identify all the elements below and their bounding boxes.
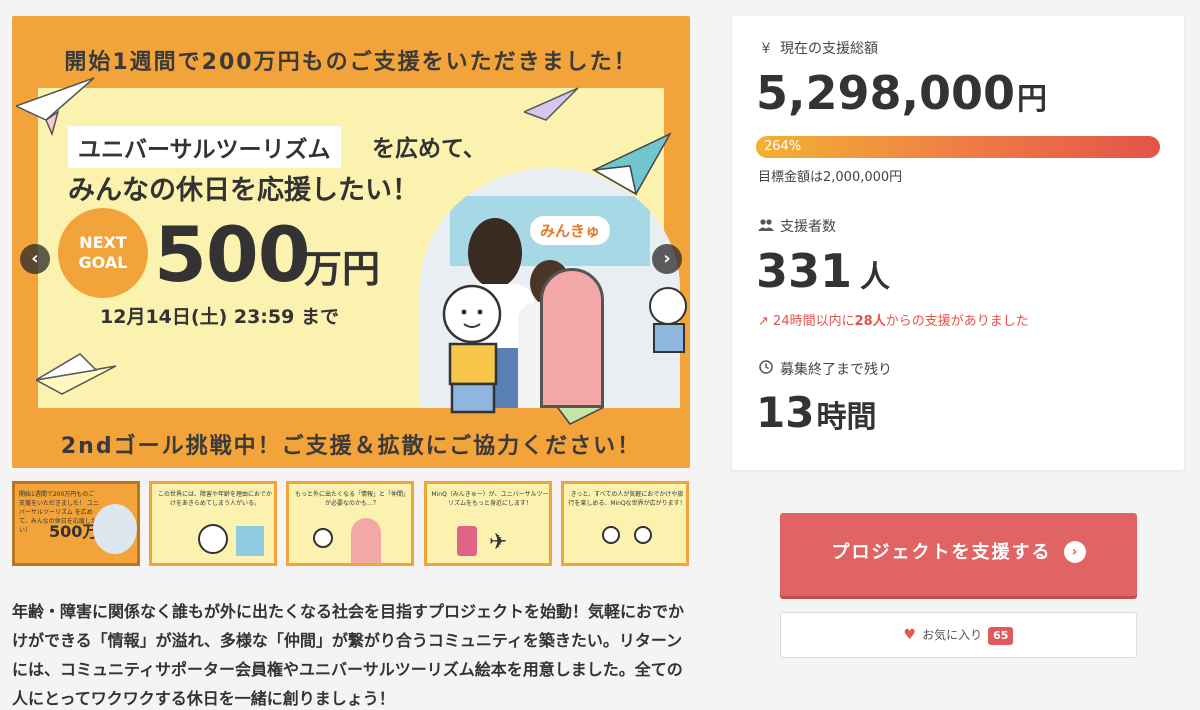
thumbnail-2[interactable]: この世界には、障害や年齢を理由におでかけをあきらめてしまう人がいる。: [149, 481, 277, 566]
supporters-label-text: 支援者数: [780, 219, 836, 235]
goal-amount: 500: [154, 210, 311, 299]
arrow-right-icon: ›: [1063, 541, 1086, 563]
supporters-label: 支援者数: [758, 216, 836, 236]
favorite-button[interactable]: ♥ お気に入り 65: [780, 612, 1137, 658]
recent-supporters: ↗ 24時間以内に28人からの支援がありました: [758, 310, 1029, 329]
total-amount-label: ¥ 現在の支援総額: [758, 38, 878, 58]
thumbnail-photo: [93, 504, 137, 554]
users-icon: [758, 219, 774, 235]
recent-suffix: からの支援がありました: [885, 314, 1029, 329]
goal-unit: 万円: [304, 247, 381, 291]
child-illustration-icon: [442, 284, 502, 414]
hero-deadline: 12月14日(土) 23:59 まで: [100, 306, 339, 328]
thumbnail-caption: もっと外に出たくなる「情報」と「仲間」が必要なのかも…？: [294, 491, 409, 507]
remaining-label: 募集終了まで残り: [758, 359, 892, 379]
clock-icon: [758, 360, 774, 378]
yen-icon: ¥: [761, 41, 771, 57]
chevron-right-icon: ›: [663, 248, 671, 269]
airplane-icon: ✈: [489, 530, 508, 555]
wheelchair-child-icon: [649, 287, 687, 353]
favorite-count: 65: [988, 627, 1014, 645]
remaining-value: 13: [756, 388, 815, 437]
thumbnail-illustration: [634, 526, 652, 544]
supporters-count: 331 人: [756, 244, 890, 298]
total-amount-label-text: 現在の支援総額: [780, 41, 878, 57]
recent-prefix: 24時間以内に: [773, 314, 855, 329]
hero-headline-tag: ユニバーサルツーリズム: [68, 126, 341, 168]
paper-plane-icon: [524, 87, 579, 121]
support-button-label: プロジェクトを支援する: [831, 542, 1052, 563]
next-goal-badge: NEXT GOAL: [58, 208, 148, 298]
project-description: 年齢・障害に関係なく誰もが外に出たくなる社会を目指すプロジェクトを始動！気軽にお…: [12, 602, 685, 708]
thumbnail-caption: MinQ（みんきゅー）が、ユニバーサルツーリズムをもっと身近にします！: [431, 491, 549, 507]
hero-banner: 開始1週間で200万円ものご支援をいただきました！ ユニバーサルツーリズム を広…: [12, 16, 690, 468]
photo-sign: みんきゅ: [530, 216, 611, 245]
thumbnail-illustration: [351, 518, 381, 563]
hero-bottom-text: 2ndゴール挑戦中！ご支援＆拡散にご協力ください！: [60, 434, 642, 459]
thumbnail-5[interactable]: きっと、すべての人が気軽におでかけや旅行を楽しめる、MinQな世界が広がります！: [561, 481, 689, 566]
thumbnail-3[interactable]: もっと外に出たくなる「情報」と「仲間」が必要なのかも…？: [286, 481, 414, 566]
support-project-button[interactable]: プロジェクトを支援する ›: [780, 513, 1137, 596]
hero-headline-rest: を広めて、: [372, 136, 486, 162]
paper-plane-icon: [36, 353, 117, 395]
supporters-unit: 人: [860, 260, 891, 295]
door-illustration: [540, 268, 604, 408]
next-slide-button[interactable]: ›: [652, 244, 682, 274]
recent-count: 28人: [854, 314, 886, 329]
chevron-left-icon: ‹: [31, 248, 39, 269]
target-amount: 目標金額は2,000,000円: [758, 170, 903, 185]
progress-label: 264%: [764, 139, 802, 154]
total-amount: 5,298,000円: [756, 66, 1047, 120]
suitcase-icon: [457, 526, 477, 556]
thumbnail-illustration: [236, 526, 264, 556]
hero-headline-line2: みんなの休日を応援したい！: [68, 175, 419, 206]
heart-icon: ♥: [903, 627, 917, 643]
favorite-label: お気に入り: [922, 628, 983, 642]
thumbnail-illustration: [602, 526, 620, 544]
remaining-label-text: 募集終了まで残り: [780, 362, 892, 378]
remaining-time: 13時間: [756, 388, 876, 437]
prev-slide-button[interactable]: ‹: [20, 244, 50, 274]
total-amount-value: 5,298,000: [756, 66, 1015, 120]
progress-bar: 264%: [756, 136, 1160, 158]
thumbnail-1[interactable]: 開始1週間で200万円ものご支援をいただきました！ ユニバーサルツーリズム を広…: [12, 481, 140, 566]
thumbnail-illustration: [313, 528, 333, 548]
total-amount-unit: 円: [1017, 82, 1047, 117]
thumbnail-4[interactable]: MinQ（みんきゅー）が、ユニバーサルツーリズムをもっと身近にします！ ✈: [424, 481, 552, 566]
stats-card: ¥ 現在の支援総額 5,298,000円 264% 目標金額は2,000,000円…: [732, 16, 1184, 470]
trending-up-icon: ↗: [758, 314, 769, 329]
thumbnail-illustration: [198, 524, 228, 554]
remaining-unit: 時間: [816, 400, 877, 435]
thumbnail-caption: きっと、すべての人が気軽におでかけや旅行を楽しめる、MinQな世界が広がります！: [568, 491, 686, 507]
thumbnail-caption: この世界には、障害や年齢を理由におでかけをあきらめてしまう人がいる。: [157, 491, 272, 507]
supporters-value: 331: [756, 244, 853, 298]
hero-top-text: 開始1週間で200万円ものご支援をいただきました！: [64, 50, 638, 75]
